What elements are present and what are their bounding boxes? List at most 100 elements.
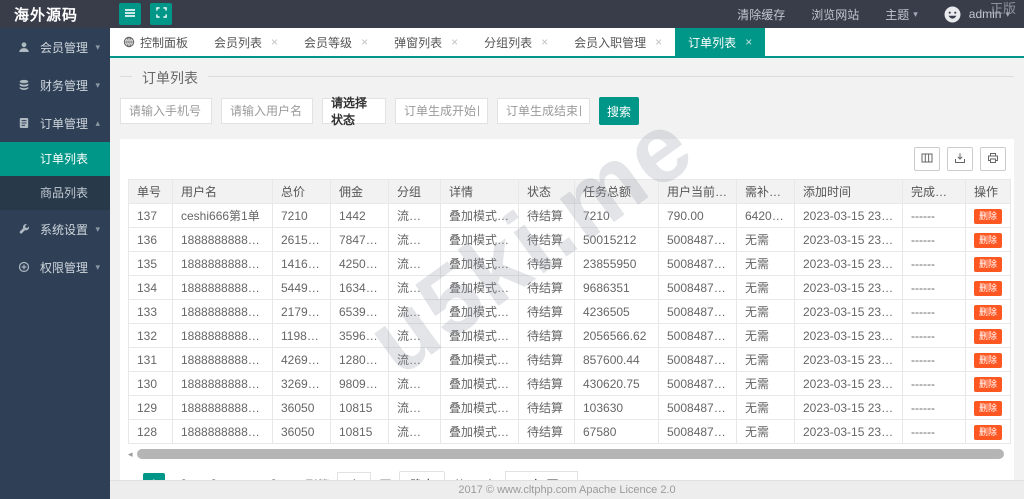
table-cell: 2023-03-15 23:29:33 (794, 395, 903, 420)
confirm-page-button[interactable]: 确定 (399, 471, 446, 480)
table-cell: 18888888888第1单 (172, 371, 273, 396)
page-button[interactable]: 2 (173, 473, 195, 480)
table-cell: 9686351 (574, 275, 659, 300)
column-header: 详情 (440, 179, 519, 204)
table-cell: ------ (902, 275, 966, 300)
table-cell: 426979.66 (272, 347, 331, 372)
start-date-input[interactable] (395, 98, 488, 124)
table-cell: 4250680 (330, 251, 389, 276)
user-icon (18, 41, 32, 53)
table-cell: 叠加模式第5单 (440, 347, 519, 372)
delete-button[interactable]: 删除 (974, 376, 1003, 392)
table-row: 12918888888888第1单3605010815流程1 新…叠加模式第3单… (128, 395, 1011, 420)
table-cell: 叠加模式第6单 (440, 323, 519, 348)
close-icon[interactable]: × (271, 36, 278, 48)
clear-cache-link[interactable]: 清除缓存 (737, 6, 785, 23)
sidebar-item[interactable]: 权限管理 ▾ (0, 248, 110, 286)
table-cell: 1442 (330, 203, 389, 228)
table-cell: 4236505 (574, 299, 659, 324)
sidebar-item[interactable]: 会员管理 ▾ (0, 28, 110, 66)
table-body: 137ceshi666第1单72101442流程1 新…叠加模式第1单待结算72… (128, 203, 1011, 444)
table-cell: 流程1 新… (388, 371, 441, 396)
table-cell: 857600.44 (574, 347, 659, 372)
sidebar-item-label: 订单管理 (40, 116, 89, 131)
delete-button[interactable]: 删除 (974, 280, 1003, 296)
goto-page-input[interactable] (337, 472, 372, 480)
table-cell: 无需 (736, 275, 795, 300)
delete-button[interactable]: 删除 (974, 400, 1003, 416)
table-cell: 叠加模式第9单 (440, 251, 519, 276)
sidebar-toggle-button[interactable] (119, 3, 141, 25)
theme-dropdown[interactable]: 主题 ▾ (885, 6, 918, 23)
avatar[interactable] (944, 6, 961, 23)
delete-button[interactable]: 删除 (974, 304, 1003, 320)
sidebar-item[interactable]: 系统设置 ▾ (0, 210, 110, 248)
search-button[interactable]: 搜索 (599, 97, 639, 125)
table-cell: 叠加模式第1单 (440, 203, 519, 228)
phone-input[interactable] (120, 98, 212, 124)
close-icon[interactable]: × (655, 36, 662, 48)
table-cell: 5449846 (272, 275, 331, 300)
browse-site-link[interactable]: 浏览网站 (811, 6, 859, 23)
fullscreen-button[interactable] (150, 3, 172, 25)
tab[interactable]: 分组列表 × (471, 28, 561, 56)
delete-button[interactable]: 删除 (974, 424, 1003, 440)
print-button[interactable] (980, 147, 1006, 171)
pagination: ‹123…8›到第页确定共 78 条10 条/页▾ (130, 471, 1004, 480)
delete-button[interactable]: 删除 (974, 208, 1003, 224)
close-icon[interactable]: × (361, 36, 368, 48)
username-input[interactable] (221, 98, 313, 124)
table-cell: 326990.75 (272, 371, 331, 396)
table-cell: 18888888888第1单 (172, 275, 273, 300)
sidebar-item[interactable]: 订单管理 ▴ (0, 104, 110, 142)
horizontal-scrollbar[interactable]: ◂ (128, 449, 1006, 459)
scroll-left-icon[interactable]: ◂ (128, 449, 133, 459)
table-cell: 无需 (736, 323, 795, 348)
table-cell: 流程1 新… (388, 419, 441, 444)
table-cell: 无需 (736, 347, 795, 372)
table-cell: 流程1 新… (388, 251, 441, 276)
main-content: 订单列表 请选择状态 搜索 (110, 60, 1024, 480)
settings-icon (18, 223, 32, 235)
delete-button[interactable]: 删除 (974, 256, 1003, 272)
delete-button[interactable]: 删除 (974, 232, 1003, 248)
status-select[interactable]: 请选择状态 (322, 96, 386, 127)
tab[interactable]: 弹窗列表 × (381, 28, 471, 56)
tab[interactable]: 会员等级 × (291, 28, 381, 56)
tab[interactable]: 控制面板 (110, 28, 201, 56)
table-cell-actions: 删除 (965, 347, 1011, 372)
close-icon[interactable]: × (745, 36, 752, 48)
export-button[interactable] (947, 147, 973, 171)
app-logo: 海外源码 (14, 6, 79, 24)
table-cell: 98097.23 (330, 371, 389, 396)
column-header: 添加时间 (794, 179, 903, 204)
page-button[interactable]: 8 (263, 473, 285, 480)
tab[interactable]: 会员列表 × (201, 28, 291, 56)
sidebar-subitem[interactable]: 订单列表 (0, 142, 110, 176)
close-icon[interactable]: × (451, 36, 458, 48)
close-icon[interactable]: × (541, 36, 548, 48)
end-date-input[interactable] (497, 98, 590, 124)
orders-table: 单号 用户名 总价 佣金 分组 详情 状态 任务总额 用户当前余额 需补差价 添加时间 完成时间 操作 … (128, 179, 1011, 444)
table-cell: 流程1 新… (388, 395, 441, 420)
table-cell: 待结算 (518, 251, 575, 276)
table-cell: ------ (902, 251, 966, 276)
scrollbar-thumb[interactable] (136, 449, 1004, 459)
delete-button[interactable]: 删除 (974, 328, 1003, 344)
tab[interactable]: 订单列表 × (675, 28, 766, 56)
table-cell: 67580 (574, 419, 659, 444)
table-cell: 50084874.97 (658, 371, 737, 396)
tab[interactable]: 会员入职管理 × (561, 28, 675, 56)
tab-label: 会员列表 (214, 35, 263, 50)
top-header: 海外源码 清除缓存 浏览网站 主题 ▾ admin ▾ 正版 (0, 0, 1024, 28)
table-cell-actions: 删除 (965, 395, 1011, 420)
page-size-select[interactable]: 10 条/页▾ (505, 471, 578, 480)
sidebar-item[interactable]: 财务管理 ▾ (0, 66, 110, 104)
delete-button[interactable]: 删除 (974, 352, 1003, 368)
table-cell: 2056566.62 (574, 323, 659, 348)
sidebar-subitem[interactable]: 商品列表 (0, 176, 110, 210)
filter-columns-button[interactable] (914, 147, 940, 171)
page-button[interactable]: 3 (203, 473, 225, 480)
page-button[interactable]: 1 (142, 473, 165, 480)
table-row: 13418888888888第1单54498461634953…流程1 新…叠加… (128, 275, 1011, 300)
